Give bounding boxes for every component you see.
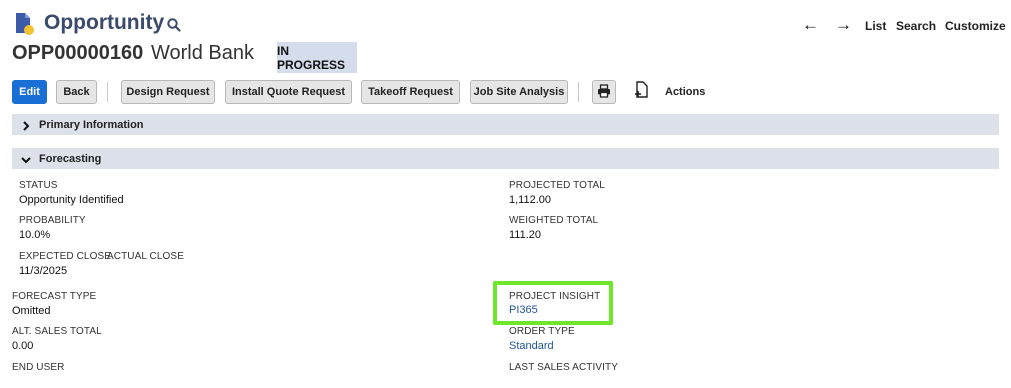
section-primary-information[interactable]: Primary Information [12,114,999,135]
previous-record-arrow-icon[interactable]: ← [802,16,819,33]
probability-value: 10.0% [19,229,51,241]
status-label: STATUS [19,180,58,191]
chevron-right-icon [20,119,32,131]
status-value: Opportunity Identified [19,194,124,206]
job-site-analysis-button[interactable]: Job Site Analysis [470,80,568,104]
chevron-down-icon [20,153,32,165]
new-document-icon [634,80,650,104]
forecast-type-label: FORECAST TYPE [12,291,97,302]
section-title: Primary Information [39,118,144,131]
back-button[interactable]: Back [56,80,97,104]
expected-close-value: 11/3/2025 [19,265,68,277]
opportunity-record-icon [14,12,36,36]
record-type-title: Opportunity [44,11,165,34]
list-link[interactable]: List [865,19,886,33]
weighted-total-label: WEIGHTED TOTAL [509,215,599,226]
expected-close-label: EXPECTED CLOSE [19,251,111,262]
next-record-arrow-icon[interactable]: → [835,16,852,33]
project-insight-label: PROJECT INSIGHT [509,291,601,302]
search-icon[interactable] [166,17,182,33]
project-insight-link[interactable]: PI365 [509,304,538,316]
takeoff-request-button[interactable]: Takeoff Request [361,80,460,104]
projected-total-value: 1,112.00 [509,194,552,206]
section-title: Forecasting [39,152,102,165]
search-link[interactable]: Search [896,19,936,33]
order-type-label: ORDER TYPE [509,326,575,337]
install-quote-request-button[interactable]: Install Quote Request [225,80,352,104]
print-icon [597,83,611,101]
design-request-button[interactable]: Design Request [121,80,215,104]
customize-link[interactable]: Customize [945,19,1006,33]
weighted-total-value: 111.20 [509,229,542,241]
add-note-button[interactable] [633,80,651,104]
actual-close-label: ACTUAL CLOSE [107,251,184,262]
alt-sales-total-label: ALT. SALES TOTAL [12,326,102,337]
probability-label: PROBABILITY [19,215,86,226]
project-insight-highlight [493,281,613,325]
toolbar-divider [107,82,108,102]
status-badge: IN PROGRESS [277,42,357,73]
print-button[interactable] [592,80,616,104]
order-type-link[interactable]: Standard [509,340,554,352]
actions-menu[interactable]: Actions [665,86,705,98]
projected-total-label: PROJECTED TOTAL [509,180,605,191]
section-forecasting[interactable]: Forecasting [12,148,999,169]
edit-button[interactable]: Edit [12,80,47,104]
toolbar-divider [578,82,579,102]
alt-sales-total-value: 0.00 [12,340,34,352]
forecast-type-value: Omitted [12,305,51,317]
record-name: World Bank [151,42,255,64]
last-sales-activity-label: LAST SALES ACTIVITY [509,362,618,373]
record-id: OPP00000160 [12,42,144,64]
end-user-label: END USER [12,362,65,373]
